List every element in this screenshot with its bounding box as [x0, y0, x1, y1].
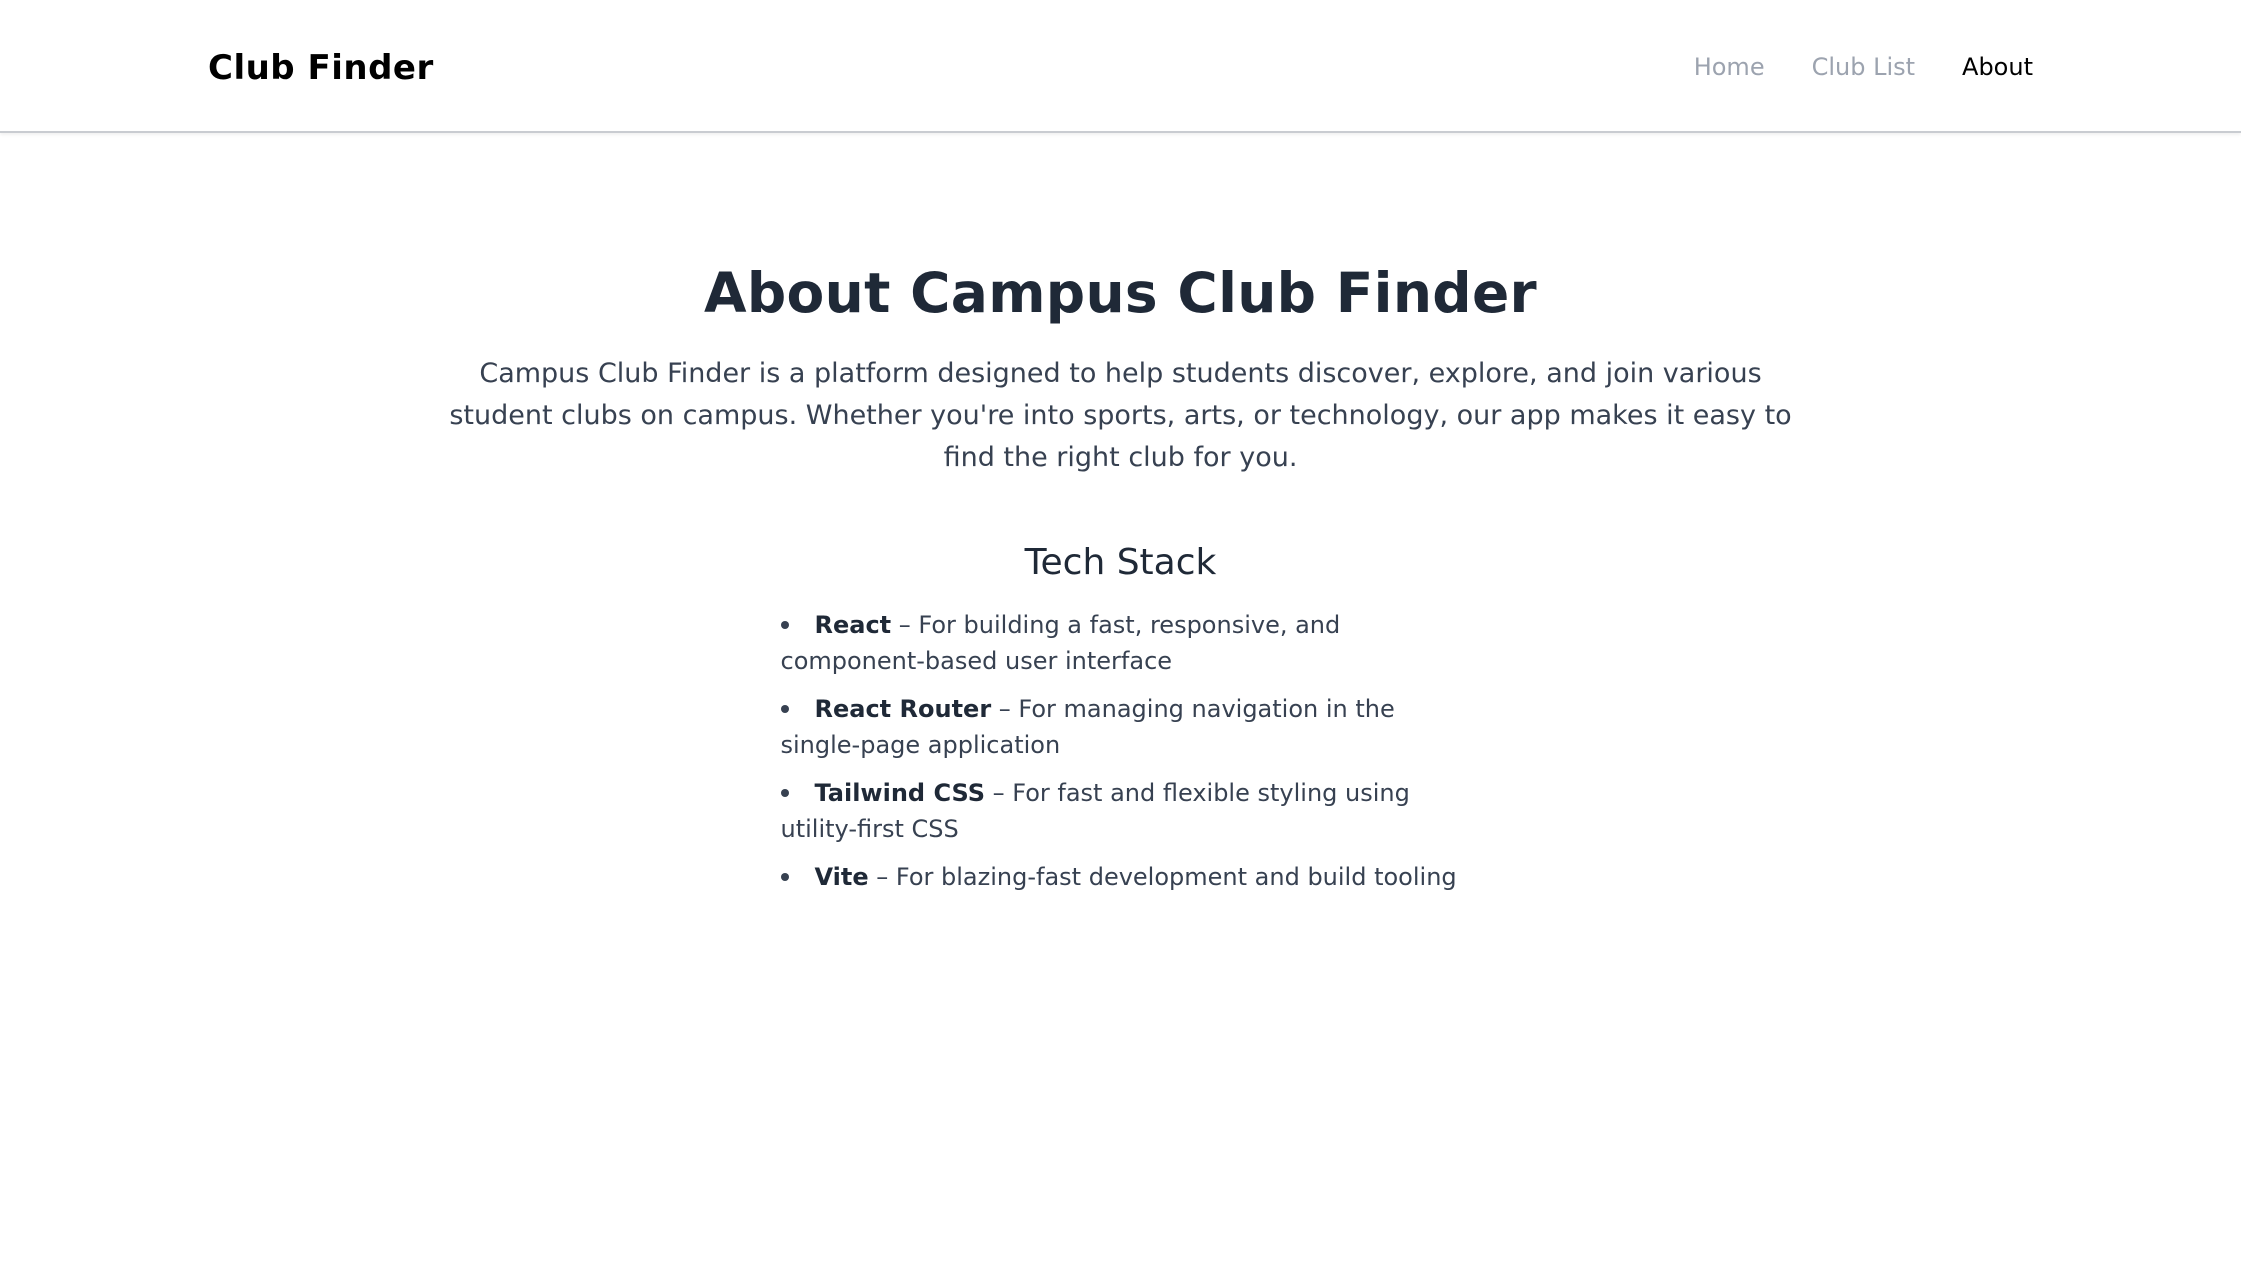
tech-stack-heading: Tech Stack [1024, 542, 1217, 583]
navbar: Club Finder Home Club List About [0, 0, 2241, 133]
list-item: React Router – For managing navigation i… [780, 691, 1461, 763]
bullet-icon [780, 789, 789, 797]
bullet-icon [780, 621, 789, 629]
list-item: Vite – For blazing-fast development and … [780, 859, 1461, 895]
list-item: Tailwind CSS – For fast and flexible sty… [780, 775, 1461, 847]
page-title: About Campus Club Finder [704, 261, 1537, 325]
nav-link-home[interactable]: Home [1694, 50, 1765, 84]
bullet-icon [780, 873, 789, 881]
nav-link-club-list[interactable]: Club List [1812, 50, 1915, 84]
tech-name: React [814, 611, 892, 639]
nav-link-about[interactable]: About [1962, 50, 2033, 84]
bullet-icon [780, 705, 789, 713]
list-item: React – For building a fast, responsive,… [780, 607, 1461, 679]
tech-name: React Router [814, 695, 992, 723]
intro-paragraph: Campus Club Finder is a platform designe… [449, 358, 1792, 473]
tech-stack-list: React – For building a fast, responsive,… [780, 607, 1461, 895]
about-page: About Campus Club Finder Campus Club Fin… [0, 133, 2241, 907]
tech-name: Tailwind CSS [814, 779, 986, 807]
tech-name: Vite [814, 863, 869, 891]
brand-logo-text[interactable]: Club Finder [208, 46, 434, 90]
nav-links: Home Club List About [1694, 50, 2033, 84]
tech-description: – For blazing-fast development and build… [868, 863, 1457, 891]
